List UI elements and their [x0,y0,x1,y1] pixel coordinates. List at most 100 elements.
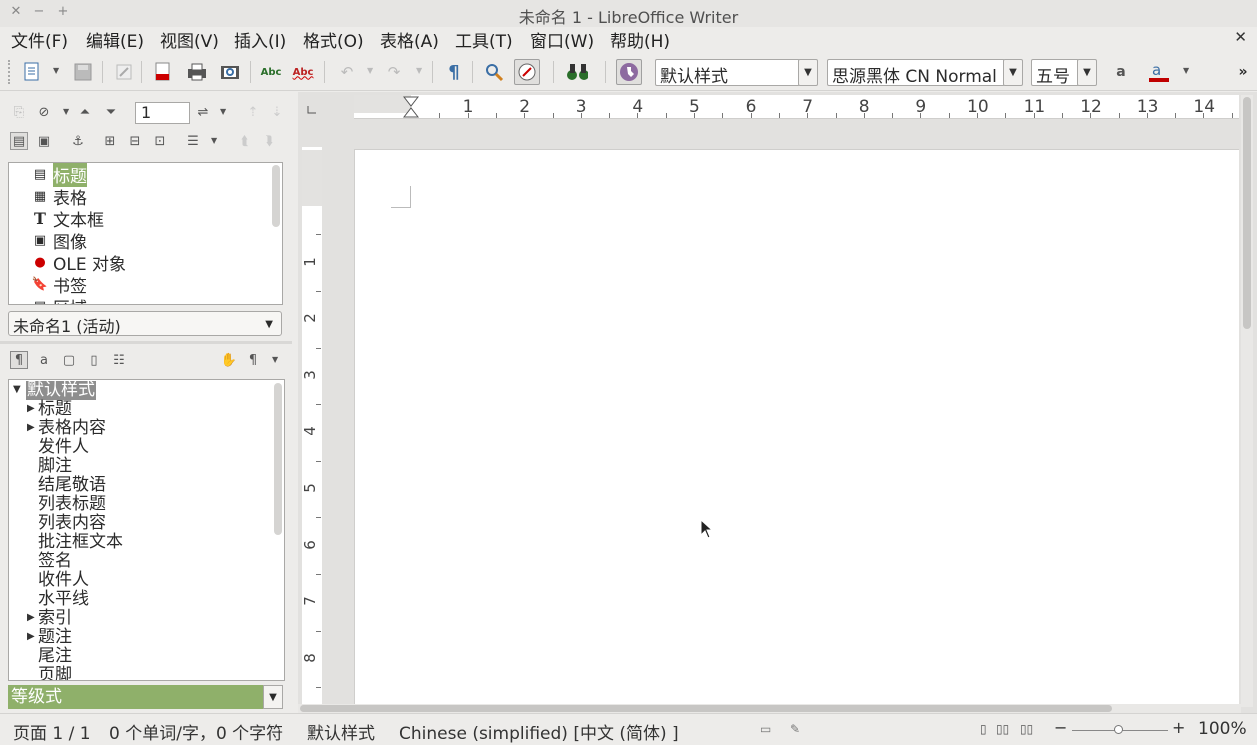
navigator-item-tables[interactable]: ▦ 表格 [31,185,87,209]
chevron-down-icon[interactable]: ▼ [211,136,217,145]
formatting-marks-icon[interactable]: ¶ [443,61,465,83]
style-item[interactable]: 默认样式 [26,381,96,400]
status-page[interactable]: 页面 1 / 1 [13,719,91,744]
menu-insert[interactable]: 插入(I) [234,27,286,52]
style-item[interactable]: 结尾敬语 [38,476,106,495]
document-selector[interactable]: 未命名1 (活动) ▼ [8,311,282,336]
font-name-combo[interactable]: 思源黑体 CN Normal [827,59,1005,86]
collapsed-triangle-icon[interactable]: ▶ [27,612,35,623]
navigator-item-frames[interactable]: T 文本框 [31,207,104,231]
toolbar-grip[interactable] [8,60,11,84]
zoom-level[interactable]: 100% [1198,719,1247,739]
demote-icon[interactable]: ⇣ [268,103,286,121]
multi-page-view-icon[interactable]: ▯▯ [996,722,1009,736]
font-color-icon[interactable]: a [1148,61,1170,83]
status-word-count[interactable]: 0 个单词/字，0 个字符 [109,719,283,744]
redo-icon[interactable]: ↷ [383,61,405,83]
vertical-ruler[interactable]: 1 2 3 4 5 6 7 8 [301,147,322,707]
style-item[interactable]: 索引 [38,609,72,628]
find-replace-icon[interactable] [483,61,505,83]
style-item[interactable]: 列表标题 [38,495,106,514]
navigator-item-bookmarks[interactable]: 🔖 书签 [31,273,87,297]
spellcheck-icon[interactable]: Abc [260,61,282,83]
insert-icon[interactable]: ⊞ [101,132,119,150]
show-icon[interactable]: ⊟ [126,132,144,150]
content-view-icon[interactable]: ▤ [10,132,28,150]
navigation-icon[interactable]: ⊘ [35,103,53,121]
toolbar-overflow-icon[interactable]: » [1232,61,1254,83]
navigator-icon[interactable] [514,59,540,85]
style-item[interactable]: 水平线 [38,590,89,609]
chevron-down-icon[interactable]: ▼ [1003,59,1023,86]
page-styles-icon[interactable]: ▯ [85,351,103,369]
toggle-icon[interactable]: ⎘ [10,103,28,121]
insert-mode-icon[interactable]: ▭ [760,722,771,736]
new-document-icon[interactable] [21,61,43,83]
font-size-combo[interactable]: 五号 [1031,59,1079,86]
fill-format-icon[interactable]: ✋ [220,351,238,369]
list-box-icon[interactable]: ⊡ [151,132,169,150]
styles-sidebar-icon[interactable] [616,59,642,85]
styles-list[interactable]: ▼ 默认样式 ▶ 标题 ▶ 表格内容 发件人 脚注 结尾敬语 列表标题 列表内容… [8,379,285,681]
heading-levels-icon[interactable]: ☰ [184,132,202,150]
chevron-down-icon[interactable]: ▼ [272,355,278,364]
navigator-list[interactable]: ▤ 标题 ▦ 表格 T 文本框 ▣ 图像 ● OLE 对象 🔖 书签 ▤ 区域 [8,162,283,305]
chevron-down-icon[interactable]: ▼ [53,66,59,75]
print-preview-icon[interactable] [219,61,241,83]
chevron-down-icon[interactable]: ▼ [1183,66,1189,75]
style-item[interactable]: 发件人 [38,438,89,457]
navigator-item-images[interactable]: ▣ 图像 [31,229,87,253]
single-page-view-icon[interactable]: ▯ [980,722,987,736]
style-item[interactable]: 脚注 [38,457,72,476]
collapsed-triangle-icon[interactable]: ▶ [27,422,35,433]
navigator-item-sections[interactable]: ▤ 区域 [31,295,87,305]
header-icon[interactable]: ▣ [35,132,53,150]
next-object-icon[interactable]: ⏷ [102,103,120,121]
document-page[interactable] [354,149,1239,709]
binoculars-icon[interactable] [566,61,588,83]
book-view-icon[interactable]: ▯▯ [1020,722,1033,736]
chevron-down-icon[interactable]: ▼ [798,59,818,86]
menu-help[interactable]: 帮助(H) [610,27,670,52]
status-page-style[interactable]: 默认样式 [307,719,375,744]
navigator-scrollbar[interactable] [272,165,280,227]
font-effects-icon[interactable]: a [1110,61,1132,83]
chevron-down-icon[interactable]: ▼ [263,685,283,709]
chevron-down-icon[interactable]: ▼ [416,66,422,75]
horizontal-ruler[interactable]: 1 2 3 4 5 6 7 8 9 10 11 12 13 14 [354,95,1239,119]
undo-icon[interactable]: ↶ [336,61,358,83]
new-style-icon[interactable]: ¶ [244,351,262,369]
menu-table[interactable]: 表格(A) [380,27,439,52]
styles-scrollbar[interactable] [274,383,282,535]
menu-file[interactable]: 文件(F) [11,27,68,52]
collapsed-triangle-icon[interactable]: ▶ [27,631,35,642]
document-vertical-scrollbar[interactable] [1241,95,1253,707]
chevron-down-icon[interactable]: ▼ [367,66,373,75]
style-item[interactable]: 页脚 [38,666,72,681]
style-item[interactable]: 批注框文本 [38,533,123,552]
style-item[interactable]: 尾注 [38,647,72,666]
auto-spellcheck-icon[interactable]: Abc [292,61,314,83]
export-pdf-icon[interactable] [152,61,174,83]
drag-mode-icon[interactable]: ⇌ [194,103,212,121]
frame-styles-icon[interactable]: ▢ [60,351,78,369]
anchor-icon[interactable]: ⚓ [69,132,87,150]
edit-mode-icon[interactable] [113,61,135,83]
indent-marker-icon[interactable] [403,95,419,119]
chevron-down-icon[interactable]: ▼ [63,107,69,116]
style-filter-select[interactable]: 等级式 [8,685,263,709]
style-item[interactable]: 收件人 [38,571,89,590]
move-up-icon[interactable]: ⮬ [236,132,254,150]
status-language[interactable]: Chinese (simplified) [中文 (简体) ] [399,719,679,744]
style-item[interactable]: 签名 [38,552,72,571]
page-number-spinbox[interactable]: 1 [135,102,190,124]
menu-window[interactable]: 窗口(W) [530,27,594,52]
menu-format[interactable]: 格式(O) [303,27,364,52]
expanded-triangle-icon[interactable]: ▼ [13,384,21,395]
style-item[interactable]: 标题 [38,400,72,419]
collapsed-triangle-icon[interactable]: ▶ [27,403,35,414]
panel-divider[interactable] [0,341,292,344]
zoom-in-button[interactable]: + [1172,718,1185,737]
navigator-item-ole[interactable]: ● OLE 对象 [31,251,126,275]
previous-object-icon[interactable]: ⏶ [76,103,94,121]
